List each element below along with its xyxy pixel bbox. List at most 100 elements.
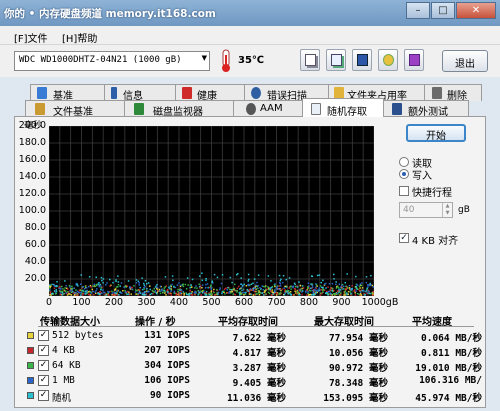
data-point [228,292,230,294]
series-checkbox[interactable]: ✓ [38,360,49,371]
data-point [294,290,296,292]
data-point [79,283,82,285]
table-row: ✓ 1 MB 106 IOPS 9.405 毫秒 78.348 毫秒 106.316 MB… [0,374,500,389]
series-color-swatch [27,362,34,369]
tab-info[interactable]: 信息 [104,84,176,102]
maximize-button[interactable]: □ [431,2,455,19]
tab-extra-tests[interactable]: 额外测试 [383,100,469,118]
data-point [189,289,191,292]
series-checkbox[interactable]: ✓ [38,345,49,356]
data-point [364,293,366,296]
menu-help[interactable]: [H]帮助 [62,30,97,45]
data-point [216,276,219,279]
series-checkbox[interactable]: ✓ [38,390,49,401]
data-point [127,293,130,295]
series-checkbox[interactable]: ✓ [38,330,49,341]
data-point [358,289,361,291]
data-point [150,292,153,295]
options-button[interactable] [378,49,398,71]
data-point [199,275,201,277]
data-point [338,291,340,293]
extra-tests-icon [392,103,402,115]
data-point [201,272,203,274]
data-point [223,290,225,292]
data-point [307,282,310,284]
data-point [211,280,213,282]
data-point [99,291,101,293]
data-point [126,293,128,296]
data-point [353,289,356,291]
data-point [168,286,170,289]
data-point [299,284,301,287]
data-point [201,287,203,289]
write-radio[interactable] [399,169,409,179]
data-point [217,291,220,294]
tab-health[interactable]: 健康 [175,84,245,102]
save-button[interactable] [352,49,372,71]
data-point [331,289,333,292]
series-checkbox[interactable]: ✓ [38,375,49,386]
tab-benchmark[interactable]: 基准 [30,84,105,102]
data-point [371,292,373,294]
data-point [154,289,157,292]
data-point [247,280,249,282]
data-point [361,282,363,284]
max-access-value: 10.056 毫秒 [328,348,388,359]
data-point [322,279,324,282]
max-access-value: 153.095 毫秒 [323,393,388,404]
data-point [131,288,133,290]
data-point [55,290,58,293]
short-stroke-checkbox[interactable] [399,186,409,196]
data-point [154,286,157,288]
close-button[interactable]: ✕ [456,2,496,19]
data-point [94,291,96,293]
tab-erase[interactable]: 删除 [424,84,482,102]
data-point [78,289,81,292]
tab-random-access[interactable]: 随机存取 [302,98,384,118]
data-point [220,282,223,285]
tab-file-benchmark[interactable]: 文件基准 [25,100,125,118]
drive-select[interactable]: WDC WD1000DHTZ-04N21 (1000 gB) ▼ [14,51,210,71]
data-point [101,279,103,282]
data-point [219,288,221,291]
data-point [72,290,74,293]
data-point [187,293,189,296]
minimize-button[interactable]: – [406,2,430,19]
data-point [71,287,74,290]
data-point [135,293,137,295]
read-radio[interactable] [399,157,409,167]
tab-aam[interactable]: AAM [233,100,303,117]
data-point [279,279,282,282]
align-4kb-checkbox[interactable]: ✓ [399,233,409,243]
data-point [370,274,372,277]
table-row: ✓ 512 bytes 131 IOPS 7.622 毫秒 77.954 毫秒 0.064… [0,329,500,344]
data-point [262,294,265,296]
download-button[interactable] [404,49,424,71]
data-point [316,274,319,277]
data-point [80,289,83,292]
data-point [314,283,317,285]
data-point [338,283,341,285]
data-point [273,293,276,295]
avg-access-value: 3.287 毫秒 [232,363,286,374]
data-point [231,290,233,293]
data-point [144,293,147,296]
series-color-swatch [27,392,34,399]
max-access-value: 90.972 毫秒 [328,363,388,374]
exit-button[interactable]: 退出 [442,50,488,72]
data-point [372,290,374,293]
data-point [289,293,292,295]
data-point [159,290,161,292]
spin-arrows-icon[interactable]: ▲ ▼ [442,203,452,217]
copy-button[interactable] [300,49,320,71]
data-point [182,291,185,293]
copy-icon [305,54,316,66]
short-stroke-input[interactable]: 40 ▲ ▼ [399,202,453,218]
copy-screen-button[interactable] [326,49,346,71]
data-point [365,281,368,284]
tab-disk-monitor[interactable]: 磁盘监视器 [124,100,234,118]
start-button[interactable]: 开始 [406,124,466,142]
menu-file[interactable]: [F]文件 [14,30,48,45]
data-point [162,291,164,294]
data-point [219,287,221,289]
